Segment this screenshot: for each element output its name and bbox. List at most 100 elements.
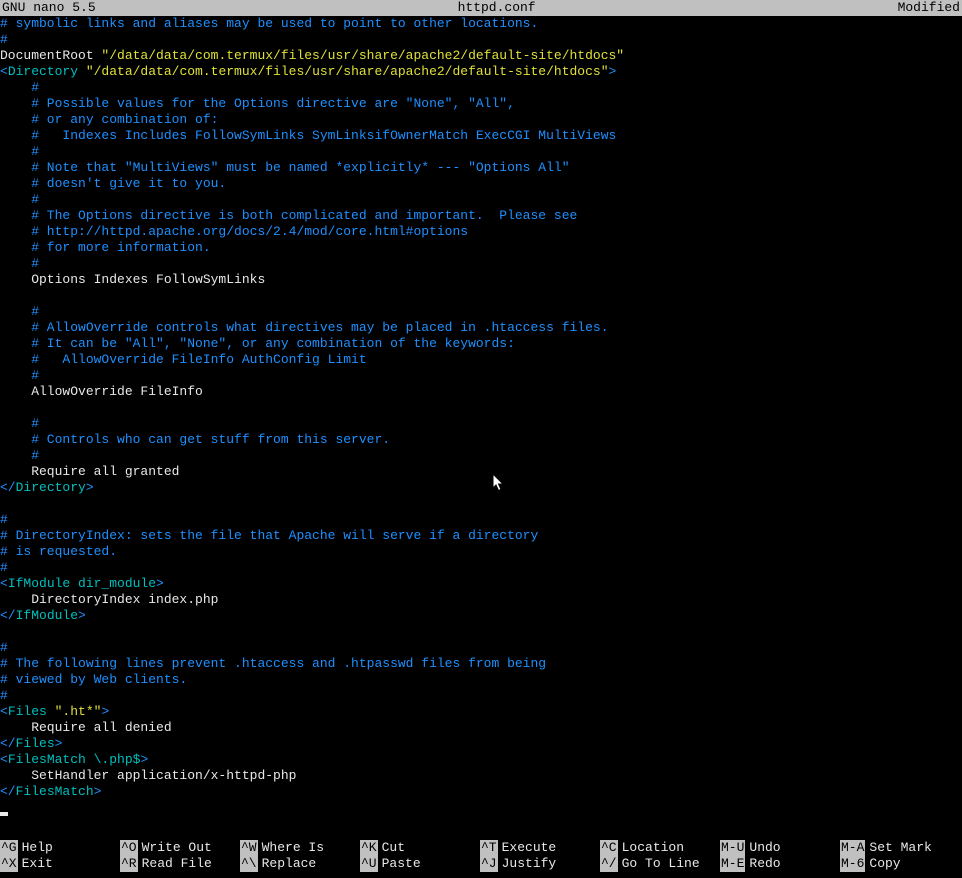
- shortcut-key: ^\: [240, 856, 258, 872]
- code-line: </FilesMatch>: [0, 784, 962, 800]
- shortcut-row-2: ^XExit^RRead File^\Replace^UPaste^JJusti…: [0, 856, 962, 872]
- shortcut-key: M-E: [720, 856, 745, 872]
- code-line: </IfModule>: [0, 608, 962, 624]
- code-line: # viewed by Web clients.: [0, 672, 962, 688]
- code-line: #: [0, 512, 962, 528]
- code-line: # Indexes Includes FollowSymLinks SymLin…: [0, 128, 962, 144]
- code-line: #: [0, 256, 962, 272]
- code-line: #: [0, 688, 962, 704]
- shortcut-key: ^J: [480, 856, 498, 872]
- shortcut-label: Copy: [869, 856, 900, 872]
- code-line: # AllowOverride FileInfo AuthConfig Limi…: [0, 352, 962, 368]
- file-name: httpd.conf: [458, 0, 536, 16]
- shortcut-key: M-A: [840, 840, 865, 856]
- shortcut-item[interactable]: ^KCut: [360, 840, 480, 856]
- shortcut-label: Go To Line: [622, 856, 700, 872]
- shortcut-item[interactable]: ^/Go To Line: [600, 856, 720, 872]
- code-line: # AllowOverride controls what directives…: [0, 320, 962, 336]
- shortcut-item[interactable]: ^\Replace: [240, 856, 360, 872]
- shortcut-label: Where Is: [262, 840, 324, 856]
- code-line: # It can be "All", "None", or any combin…: [0, 336, 962, 352]
- shortcut-label: Justify: [502, 856, 557, 872]
- shortcut-label: Undo: [749, 840, 780, 856]
- shortcut-item[interactable]: ^CLocation: [600, 840, 720, 856]
- code-line: <Directory "/data/data/com.termux/files/…: [0, 64, 962, 80]
- titlebar: GNU nano 5.5 httpd.conf Modified: [0, 0, 962, 16]
- code-line: #: [0, 144, 962, 160]
- code-line: # symbolic links and aliases may be used…: [0, 16, 962, 32]
- code-line: # doesn't give it to you.: [0, 176, 962, 192]
- code-line: # Note that "MultiViews" must be named *…: [0, 160, 962, 176]
- shortcut-label: Read File: [142, 856, 212, 872]
- shortcut-key: ^W: [240, 840, 258, 856]
- shortcut-key: ^O: [120, 840, 138, 856]
- shortcut-key: ^C: [600, 840, 618, 856]
- shortcut-label: Set Mark: [869, 840, 931, 856]
- shortcut-item[interactable]: ^TExecute: [480, 840, 600, 856]
- code-line: #: [0, 416, 962, 432]
- code-line: Require all granted: [0, 464, 962, 480]
- code-line: [0, 496, 962, 512]
- shortcut-label: Write Out: [142, 840, 212, 856]
- shortcut-key: M-U: [720, 840, 745, 856]
- code-line: #: [0, 192, 962, 208]
- code-line: # Possible values for the Options direct…: [0, 96, 962, 112]
- shortcut-label: Cut: [382, 840, 405, 856]
- shortcut-item[interactable]: ^RRead File: [120, 856, 240, 872]
- shortcut-label: Help: [22, 840, 53, 856]
- code-line: Require all denied: [0, 720, 962, 736]
- shortcut-label: Redo: [749, 856, 780, 872]
- code-line: Options Indexes FollowSymLinks: [0, 272, 962, 288]
- shortcut-key: ^X: [0, 856, 18, 872]
- shortcut-label: Execute: [502, 840, 557, 856]
- text-cursor: [0, 812, 8, 816]
- shortcut-item[interactable]: M-6Copy: [840, 856, 960, 872]
- shortcut-label: Location: [622, 840, 684, 856]
- code-line: DirectoryIndex index.php: [0, 592, 962, 608]
- code-line: # http://httpd.apache.org/docs/2.4/mod/c…: [0, 224, 962, 240]
- code-line: #: [0, 640, 962, 656]
- code-line: #: [0, 448, 962, 464]
- code-line: # DirectoryIndex: sets the file that Apa…: [0, 528, 962, 544]
- code-line: DocumentRoot "/data/data/com.termux/file…: [0, 48, 962, 64]
- code-line: # The Options directive is both complica…: [0, 208, 962, 224]
- shortcut-item[interactable]: M-ASet Mark: [840, 840, 960, 856]
- shortcut-key: ^T: [480, 840, 498, 856]
- code-line: # The following lines prevent .htaccess …: [0, 656, 962, 672]
- shortcut-key: ^K: [360, 840, 378, 856]
- code-line: </Files>: [0, 736, 962, 752]
- code-line: [0, 624, 962, 640]
- shortcut-key: M-6: [840, 856, 865, 872]
- code-line: #: [0, 80, 962, 96]
- shortcut-item[interactable]: ^WWhere Is: [240, 840, 360, 856]
- shortcut-row-1: ^GHelp^OWrite Out^WWhere Is^KCut^TExecut…: [0, 840, 962, 856]
- shortcut-item[interactable]: ^JJustify: [480, 856, 600, 872]
- code-line: # or any combination of:: [0, 112, 962, 128]
- shortcut-item[interactable]: M-ERedo: [720, 856, 840, 872]
- shortcut-key: ^U: [360, 856, 378, 872]
- shortcut-bar: ^GHelp^OWrite Out^WWhere Is^KCut^TExecut…: [0, 840, 962, 872]
- code-line: SetHandler application/x-httpd-php: [0, 768, 962, 784]
- shortcut-item[interactable]: ^XExit: [0, 856, 120, 872]
- code-line: # for more information.: [0, 240, 962, 256]
- shortcut-item[interactable]: ^UPaste: [360, 856, 480, 872]
- code-line: <Files ".ht*">: [0, 704, 962, 720]
- code-line: [0, 400, 962, 416]
- code-line: #: [0, 304, 962, 320]
- code-line: </Directory>: [0, 480, 962, 496]
- editor-area[interactable]: # symbolic links and aliases may be used…: [0, 16, 962, 816]
- code-line: <FilesMatch \.php$>: [0, 752, 962, 768]
- shortcut-key: ^R: [120, 856, 138, 872]
- code-line: # Controls who can get stuff from this s…: [0, 432, 962, 448]
- shortcut-key: ^/: [600, 856, 618, 872]
- shortcut-label: Exit: [22, 856, 53, 872]
- shortcut-item[interactable]: M-UUndo: [720, 840, 840, 856]
- modified-status: Modified: [898, 0, 960, 16]
- code-line: # is requested.: [0, 544, 962, 560]
- code-line: #: [0, 368, 962, 384]
- code-line: [0, 288, 962, 304]
- shortcut-item[interactable]: ^OWrite Out: [120, 840, 240, 856]
- shortcut-item[interactable]: ^GHelp: [0, 840, 120, 856]
- code-line: #: [0, 32, 962, 48]
- shortcut-key: ^G: [0, 840, 18, 856]
